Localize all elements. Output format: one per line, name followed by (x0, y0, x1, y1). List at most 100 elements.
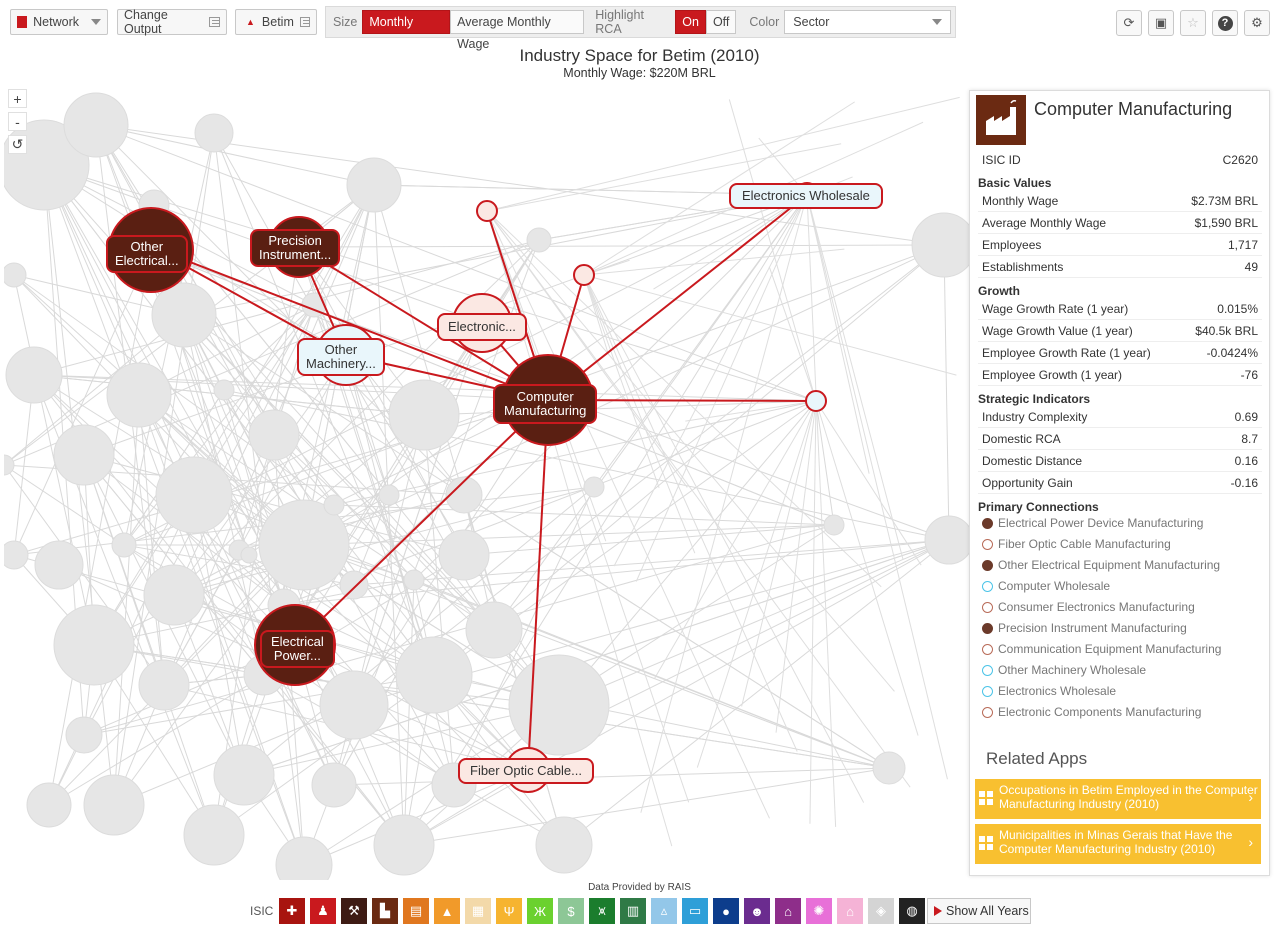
basic-value-label: Establishments (982, 259, 1064, 274)
mining-icon[interactable]: ⚒ (341, 898, 367, 924)
bank-icon[interactable]: ▥ (620, 898, 646, 924)
connection-label: Other Electrical Equipment Manufacturing (998, 558, 1221, 572)
box-icon[interactable]: ◈ (868, 898, 894, 924)
connection-label: Electrical Power Device Manufacturing (998, 516, 1204, 530)
store-icon[interactable]: ▭ (682, 898, 708, 924)
connection-item[interactable]: Electronics Wholesale (982, 684, 1116, 698)
road-icon[interactable]: ▵ (651, 898, 677, 924)
play-icon (934, 906, 942, 916)
controls-bar: Size Monthly Wage Average Monthly Wage H… (325, 6, 956, 51)
sector-dot-icon (982, 706, 993, 718)
growth-label: Wage Growth Rate (1 year) (982, 301, 1129, 316)
data-source-note: Data Provided by RAIS (588, 882, 691, 893)
tower-icon[interactable]: Ж (527, 898, 553, 924)
location-button[interactable]: ▲ Betim (235, 9, 317, 35)
connection-item[interactable]: Fiber Optic Cable Manufacturing (982, 537, 1171, 551)
sector-dot-icon (982, 622, 993, 634)
growth-label: Employee Growth Rate (1 year) (982, 345, 1151, 360)
factory-icon[interactable]: ▙ (372, 898, 398, 924)
label-electrical-power[interactable]: Electrical Power... (260, 630, 335, 668)
color-select[interactable]: Sector (784, 10, 951, 34)
related-apps-heading: Related Apps (986, 749, 1088, 768)
connection-item[interactable]: Electrical Power Device Manufacturing (982, 516, 1203, 530)
connection-item[interactable]: Other Machinery Wholesale (982, 663, 1146, 677)
connection-item[interactable]: Consumer Electronics Manufacturing (982, 600, 1195, 614)
zoom-in-button[interactable]: + (8, 89, 27, 108)
connection-item[interactable]: Other Electrical Equipment Manufacturing (982, 558, 1220, 572)
chevron-right-icon: › (1248, 789, 1253, 805)
sector-dot-icon (982, 685, 993, 697)
school-icon[interactable]: ⌂ (775, 898, 801, 924)
plus-icon: + (13, 90, 22, 107)
health-icon[interactable]: ✚ (279, 898, 305, 924)
node-small-a[interactable] (476, 200, 498, 222)
strategic-value: 0.16 (1234, 453, 1258, 468)
label-other-electrical[interactable]: Other Electrical... (106, 235, 188, 273)
star-button[interactable]: ☆ (1180, 10, 1206, 36)
connection-label: Precision Instrument Manufacturing (998, 621, 1187, 635)
app-selector[interactable]: Network (10, 9, 108, 35)
refresh-icon: ⟳ (1123, 15, 1135, 30)
growth-label: Wage Growth Value (1 year) (982, 323, 1133, 338)
rca-off-toggle[interactable]: Off (705, 10, 737, 34)
book-icon[interactable]: ▤ (403, 898, 429, 924)
people-icon[interactable]: ♟ (310, 898, 336, 924)
change-output-button[interactable]: Change Output (117, 8, 227, 36)
label-electronics-wholesale[interactable]: Electronics Wholesale (729, 183, 883, 209)
masks-icon[interactable]: ☻ (744, 898, 770, 924)
globe-icon[interactable]: ◍ (899, 898, 925, 924)
sector-dot-icon (982, 559, 993, 571)
settings-button[interactable]: ⚙ (1244, 10, 1270, 36)
cone-icon[interactable]: ▲ (434, 898, 460, 924)
house-icon[interactable]: ⌂ (837, 898, 863, 924)
size-label: Size (333, 15, 358, 29)
location-label: Betim (261, 15, 294, 29)
size-option-average-monthly-wage[interactable]: Average Monthly Wage (450, 10, 585, 51)
factory-icon (976, 95, 1026, 145)
app-root: Network Change Output ▲ Betim Size Month… (0, 0, 1279, 927)
sector-dot-icon (982, 664, 993, 676)
rca-on-toggle[interactable]: On (675, 10, 706, 34)
growth-row: Wage Growth Rate (1 year) 0.015% (978, 298, 1262, 320)
grid-icon (979, 836, 993, 850)
refresh-button[interactable]: ⟳ (1116, 10, 1142, 36)
compass-icon[interactable]: ✺ (806, 898, 832, 924)
label-other-machinery[interactable]: Other Machinery... (297, 338, 385, 376)
buildings-icon[interactable]: ▦ (465, 898, 491, 924)
label-computer-manufacturing[interactable]: Computer Manufacturing (493, 384, 598, 424)
page-title: Industry Space for Betim (2010) (519, 46, 760, 65)
node-small-c[interactable] (805, 390, 827, 412)
save-button[interactable]: ▣ (1148, 10, 1174, 36)
list-icon (208, 17, 220, 27)
connection-item[interactable]: Precision Instrument Manufacturing (982, 621, 1187, 635)
show-all-years-button[interactable]: Show All Years (927, 898, 1031, 924)
basic-value-row: Monthly Wage $2.73M BRL (978, 190, 1262, 212)
node-small-b[interactable] (573, 264, 595, 286)
basic-value-row: Employees 1,717 (978, 234, 1262, 256)
connection-item[interactable]: Electronic Components Manufacturing (982, 705, 1201, 719)
connection-item[interactable]: Communication Equipment Manufacturing (982, 642, 1221, 656)
money-icon[interactable]: $ (558, 898, 584, 924)
zoom-out-button[interactable]: - (8, 112, 27, 131)
water-icon[interactable]: ● (713, 898, 739, 924)
label-precision[interactable]: Precision Instrument... (250, 229, 341, 267)
list-icon (299, 17, 310, 27)
related-app-municipalities[interactable]: Municipalities in Minas Gerais that Have… (975, 824, 1261, 864)
label-electronic[interactable]: Electronic... (437, 313, 527, 341)
related-app-occupations[interactable]: Occupations in Betim Employed in the Com… (975, 779, 1261, 819)
panel-title: Computer Manufacturing (1034, 99, 1233, 119)
change-output-label: Change Output (124, 8, 168, 36)
utensils-icon[interactable]: Ψ (496, 898, 522, 924)
zoom-reset-button[interactable]: ↺ (8, 135, 27, 154)
strategic-label: Domestic Distance (982, 453, 1083, 468)
basic-values-heading: Basic Values (978, 176, 1052, 190)
edge-electronics-wholesale (547, 194, 808, 401)
bridge-icon[interactable]: ⩙ (589, 898, 615, 924)
connection-item[interactable]: Computer Wholesale (982, 579, 1110, 593)
sector-dot-icon (982, 643, 993, 655)
size-option-monthly-wage[interactable]: Monthly Wage (362, 10, 451, 51)
connections-heading: Primary Connections (978, 500, 1099, 514)
help-button[interactable]: ? (1212, 10, 1238, 36)
label-fiber-optic[interactable]: Fiber Optic Cable... (458, 758, 594, 784)
growth-value: 0.015% (1217, 301, 1258, 316)
